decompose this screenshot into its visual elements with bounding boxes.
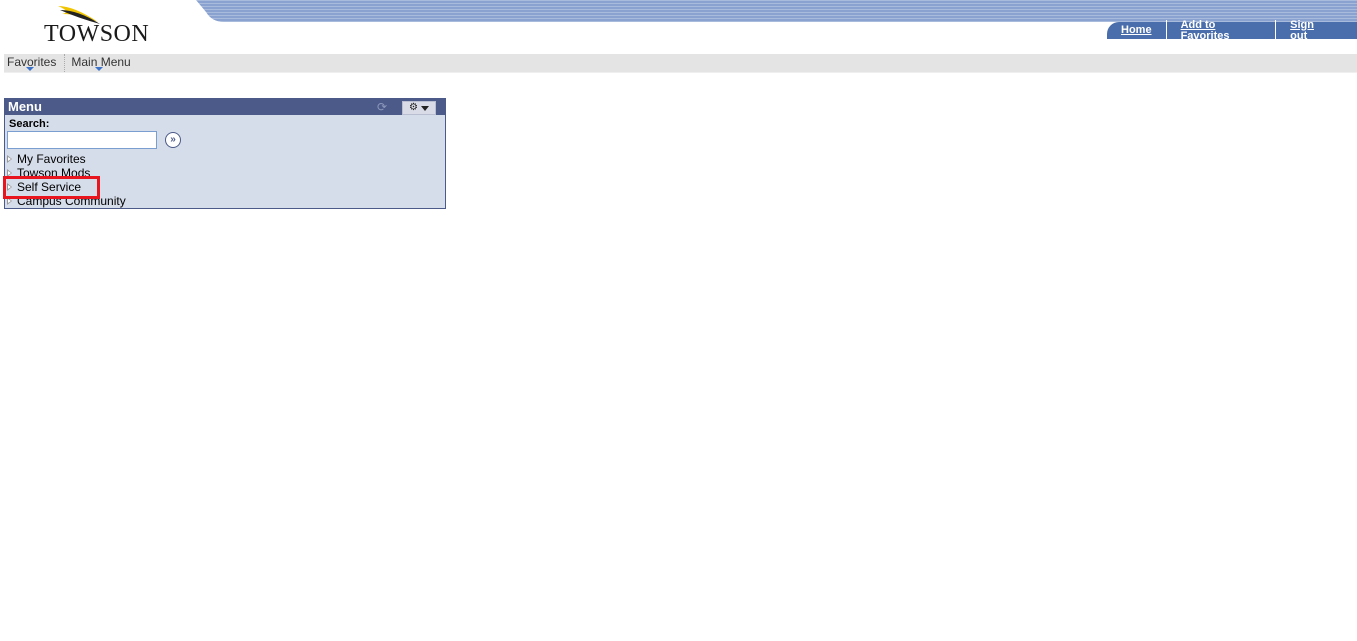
logo-text: TOWSON	[44, 21, 150, 47]
pagelet-header: Menu ⟳ ⚙	[5, 99, 445, 115]
refresh-icon[interactable]: ⟳	[377, 101, 389, 113]
pagelet-title: Menu	[8, 99, 42, 114]
expand-triangle-icon	[7, 197, 12, 205]
menu-item-label: My Favorites	[17, 152, 86, 166]
menu-item-label: Self Service	[17, 180, 82, 194]
add-to-favorites-link[interactable]: Add to Favorites	[1165, 19, 1276, 42]
menu-item-label: Towson Mods	[17, 166, 91, 180]
menu-item-my-favorites[interactable]: My Favorites	[7, 152, 437, 166]
chevron-down-icon	[95, 67, 104, 71]
home-link[interactable]: Home	[1107, 25, 1166, 36]
menu-search-input[interactable]	[7, 131, 157, 149]
header-links: Home Add to Favorites Sign out	[1107, 19, 1357, 42]
nav-bar: Favorites Main Menu	[4, 54, 1357, 73]
search-go-button[interactable]: »	[165, 132, 181, 148]
search-label: Search:	[9, 118, 50, 130]
menu-list: My Favorites Towson Mods Self Service Ca…	[7, 152, 437, 208]
nav-favorites[interactable]: Favorites	[4, 54, 64, 72]
expand-triangle-icon	[7, 169, 12, 177]
expand-triangle-icon	[7, 183, 12, 191]
menu-item-self-service[interactable]: Self Service	[7, 180, 437, 194]
chevron-down-icon	[26, 67, 34, 71]
towson-logo[interactable]: TOWSON	[0, 0, 240, 52]
gear-icon: ⚙	[409, 102, 418, 113]
menu-pagelet: Menu ⟳ ⚙ Search: » My Favorites Towson M…	[4, 98, 446, 209]
menu-item-label: Campus Community	[17, 194, 126, 208]
caret-down-icon	[420, 105, 429, 111]
sign-out-link[interactable]: Sign out	[1275, 19, 1345, 42]
menu-item-campus-community[interactable]: Campus Community	[7, 194, 437, 208]
header: TOWSON Home Add to Favorites Sign out	[0, 0, 1357, 54]
expand-triangle-icon	[7, 155, 12, 163]
nav-main-menu[interactable]: Main Menu	[64, 54, 138, 72]
pagelet-options-button[interactable]: ⚙	[402, 101, 436, 115]
menu-item-towson-mods[interactable]: Towson Mods	[7, 166, 437, 180]
